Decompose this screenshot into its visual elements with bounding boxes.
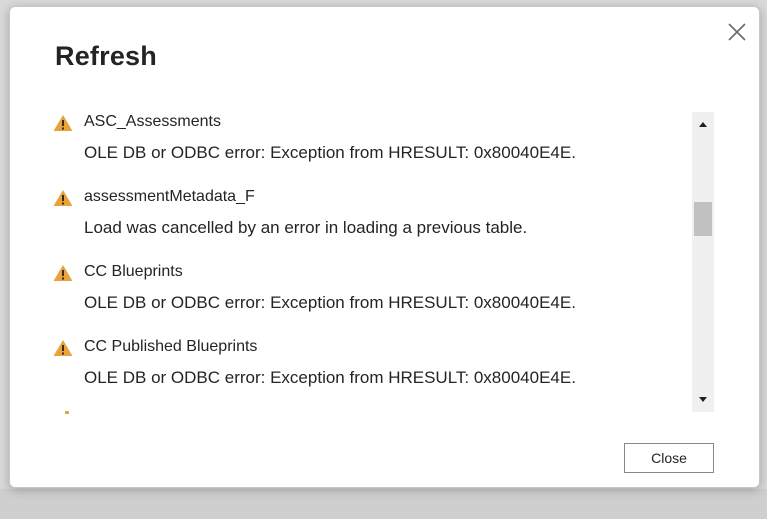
scroll-up-arrow-icon[interactable] bbox=[692, 114, 714, 134]
item-name: CC Published Blueprints bbox=[84, 338, 258, 355]
list-item: CC Published Blueprints OLE DB or ODBC e… bbox=[50, 331, 690, 406]
scroll-down-arrow-icon[interactable] bbox=[692, 390, 714, 410]
warning-icon bbox=[53, 265, 73, 281]
app-status-strip bbox=[0, 489, 767, 519]
scrollbar-thumb[interactable] bbox=[694, 202, 712, 236]
list-item: ASC_Assessments OLE DB or ODBC error: Ex… bbox=[50, 106, 690, 181]
item-message: Load was cancelled by an error in loadin… bbox=[84, 218, 528, 237]
item-message: OLE DB or ODBC error: Exception from HRE… bbox=[84, 368, 576, 387]
warning-icon bbox=[53, 340, 73, 356]
warning-icon bbox=[53, 115, 73, 131]
list-item: assessmentMetadata_F Load was cancelled … bbox=[50, 181, 690, 256]
refresh-dialog: Refresh ASC_Assessments OLE DB or ODBC e… bbox=[9, 6, 760, 488]
error-list[interactable]: ASC_Assessments OLE DB or ODBC error: Ex… bbox=[50, 106, 690, 414]
dialog-title: Refresh bbox=[55, 41, 157, 71]
item-name: ASC_Assessments bbox=[84, 113, 221, 130]
list-item: CC Blueprints OLE DB or ODBC error: Exce… bbox=[50, 256, 690, 331]
vertical-scrollbar[interactable] bbox=[692, 112, 714, 412]
partial-warning-icon bbox=[65, 411, 69, 414]
close-button[interactable]: Close bbox=[624, 443, 714, 473]
item-name: assessmentMetadata_F bbox=[84, 188, 255, 205]
warning-icon bbox=[53, 190, 73, 206]
item-name: CC Blueprints bbox=[84, 263, 183, 280]
item-message: OLE DB or ODBC error: Exception from HRE… bbox=[84, 293, 576, 312]
item-message: OLE DB or ODBC error: Exception from HRE… bbox=[84, 143, 576, 162]
close-icon[interactable] bbox=[726, 21, 748, 43]
